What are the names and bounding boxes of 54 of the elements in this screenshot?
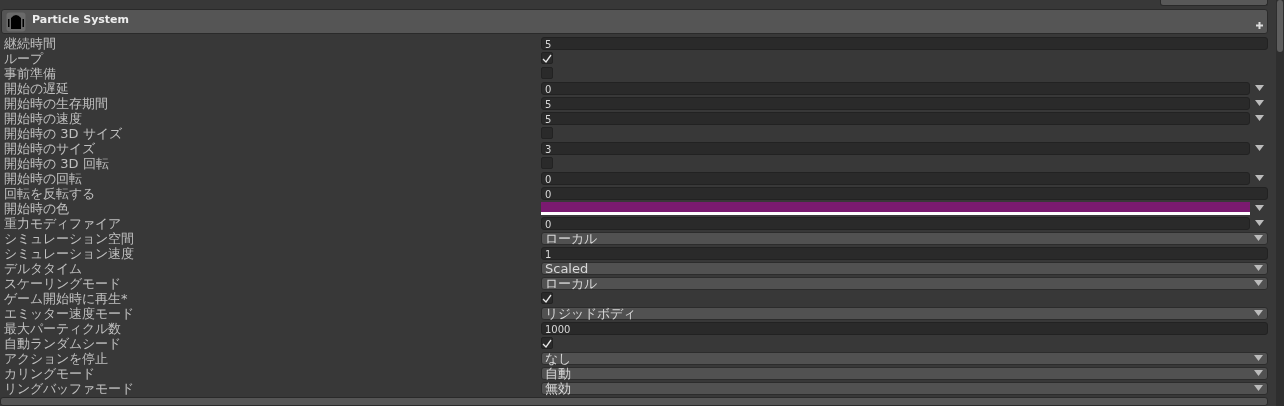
scrollbar-thumb[interactable] — [1277, 0, 1283, 52]
checkbox[interactable] — [541, 292, 553, 304]
dropdown[interactable]: Scaled — [541, 261, 1268, 275]
dropdown-arrow-icon — [1254, 310, 1263, 316]
number-field[interactable]: 1 — [541, 246, 1268, 260]
dropdown[interactable]: ローカル — [541, 276, 1268, 290]
property-label: 開始時のサイズ — [3, 140, 96, 156]
number-field[interactable]: 0 — [541, 186, 1268, 200]
dropdown-arrow-icon[interactable] — [1255, 175, 1264, 181]
property-label: 回転を反転する — [3, 185, 96, 201]
property-label: 開始時の 3D 回転 — [3, 155, 110, 171]
property-label: 事前準備 — [3, 65, 57, 81]
number-field[interactable]: 0 — [541, 216, 1250, 230]
property-label: 開始の遅延 — [3, 80, 70, 96]
property-label: リングバッファモード — [3, 380, 135, 396]
property-label: 重力モディファイア — [3, 215, 122, 231]
property-label: アクションを停止 — [3, 350, 109, 366]
dropdown[interactable]: なし — [541, 351, 1268, 365]
property-label: 開始時の色 — [3, 200, 69, 216]
property-label: シミュレーション速度 — [3, 245, 135, 261]
scrollbar[interactable] — [1276, 0, 1284, 406]
color-swatch[interactable] — [541, 201, 1250, 215]
number-field[interactable]: 1000 — [541, 321, 1268, 335]
number-field[interactable]: 5 — [541, 36, 1268, 50]
number-field[interactable]: 5 — [541, 96, 1250, 110]
module-header[interactable]: Particle System — [1, 8, 1268, 34]
checkbox[interactable] — [541, 337, 553, 349]
property-label: 開始時の速度 — [3, 110, 83, 126]
property-label: シミュレーション空間 — [3, 230, 135, 246]
property-label: 開始時の回転 — [3, 170, 83, 186]
property-label: 自動ランダムシード — [3, 335, 122, 351]
dropdown[interactable]: ローカル — [541, 231, 1268, 245]
dropdown[interactable]: 自動 — [541, 366, 1268, 380]
number-field[interactable]: 3 — [541, 141, 1250, 155]
property-label: 最大パーティクル数 — [3, 320, 122, 336]
number-field[interactable]: 0 — [541, 171, 1250, 185]
number-field[interactable]: 5 — [541, 111, 1250, 125]
property-label: カリングモード — [3, 365, 96, 381]
property-label: スケーリングモード — [3, 275, 122, 291]
property-label: ループ — [3, 50, 45, 66]
particle-system-icon — [6, 11, 26, 32]
component-title: Particle System — [32, 12, 130, 26]
property-label: エミッター速度モード — [3, 305, 135, 321]
number-field[interactable]: 0 — [541, 81, 1250, 95]
dropdown[interactable]: リジッドボディ — [541, 306, 1268, 320]
dropdown[interactable]: 無効 — [541, 381, 1268, 395]
property-label: ゲーム開始時に再生* — [3, 290, 129, 306]
dropdown-arrow-icon[interactable] — [1255, 145, 1264, 151]
property-label: デルタタイム — [3, 260, 83, 276]
property-label: 開始時の生存期間 — [3, 95, 109, 111]
add-icon[interactable] — [1256, 21, 1263, 29]
checkbox[interactable] — [541, 52, 553, 64]
property-label: 開始時の 3D サイズ — [3, 125, 123, 141]
property-label: 継続時間 — [3, 35, 57, 51]
